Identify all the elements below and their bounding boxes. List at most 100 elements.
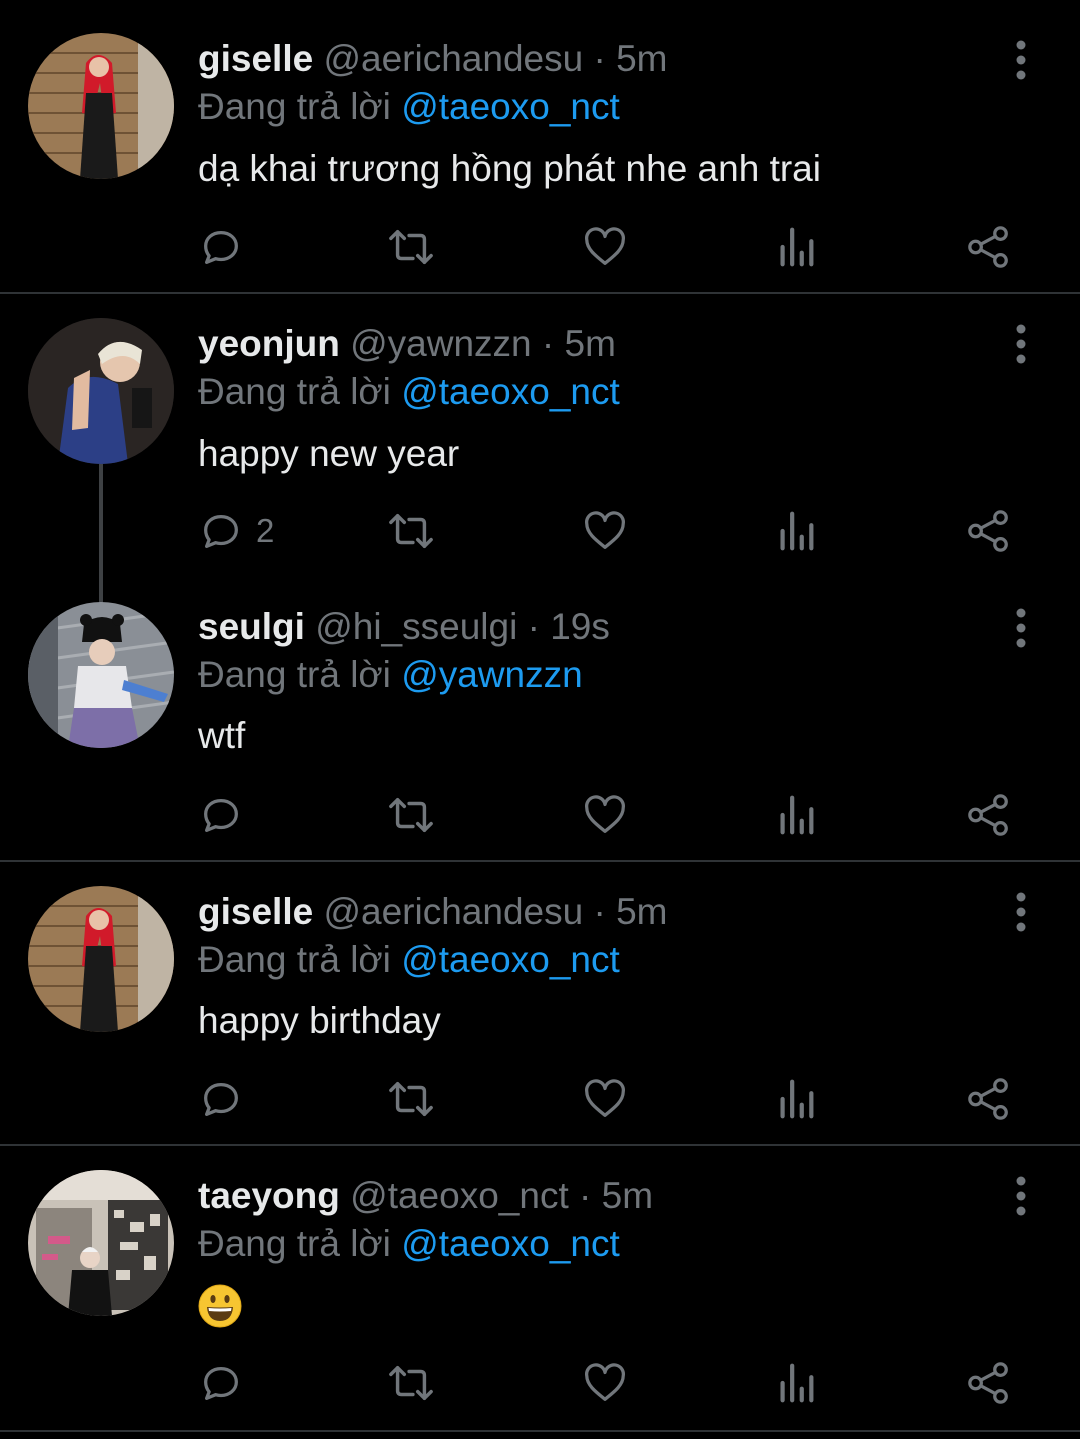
share-icon	[968, 510, 1008, 552]
tweet-5[interactable]: taeyong @taeoxo_nct · 5m Đang trả lời @t…	[0, 1146, 1080, 1428]
tweet-2[interactable]: yeonjun @yawnzzn · 5m Đang trả lời @taeo…	[0, 294, 1080, 604]
retweet-button[interactable]	[386, 222, 436, 272]
reply-mention-link[interactable]: @taeoxo_nct	[401, 939, 620, 980]
tweet-4[interactable]: giselle @aerichandesu · 5m Đang trả lời …	[0, 862, 1080, 1144]
share-button[interactable]	[966, 506, 1012, 556]
share-icon	[968, 1362, 1008, 1404]
separator-dot: ·	[579, 1175, 592, 1216]
views-button[interactable]	[776, 1074, 816, 1124]
like-button[interactable]	[582, 506, 628, 556]
timestamp[interactable]: 19s	[550, 606, 610, 647]
share-button[interactable]	[966, 1074, 1012, 1124]
views-button[interactable]	[776, 222, 816, 272]
user-handle[interactable]: @aerichandesu	[323, 891, 583, 932]
separator-dot: ·	[593, 38, 606, 79]
reply-mention-link[interactable]: @taeoxo_nct	[401, 86, 620, 127]
tweet-text: happy birthday	[198, 1000, 441, 1041]
reply-icon	[204, 1366, 238, 1400]
action-bar	[198, 790, 1028, 840]
views-chart-icon	[780, 511, 814, 551]
retweet-button[interactable]	[386, 1358, 436, 1408]
reply-mention-link[interactable]: @yawnzzn	[401, 654, 583, 695]
avatar-taeyong[interactable]	[28, 1170, 174, 1316]
reply-context: Đang trả lời @taeoxo_nct	[198, 370, 620, 414]
user-handle[interactable]: @aerichandesu	[323, 38, 583, 79]
more-options-icon[interactable]	[1004, 40, 1038, 80]
timestamp[interactable]: 5m	[616, 891, 667, 932]
timestamp[interactable]: 5m	[602, 1175, 653, 1216]
views-chart-icon	[780, 795, 814, 835]
tweet-header: yeonjun @yawnzzn · 5m	[198, 322, 616, 366]
reply-button[interactable]	[198, 1074, 256, 1124]
divider	[0, 1430, 1080, 1432]
more-options-icon[interactable]	[1004, 324, 1038, 364]
timestamp[interactable]: 5m	[616, 38, 667, 79]
like-button[interactable]	[582, 222, 628, 272]
reply-button[interactable]: 2	[198, 506, 274, 556]
more-options-icon[interactable]	[1004, 1176, 1038, 1216]
reply-prefix: Đang trả lời	[198, 939, 391, 980]
tweet-header: giselle @aerichandesu · 5m	[198, 37, 668, 81]
user-handle[interactable]: @hi_sseulgi	[315, 606, 517, 647]
display-name[interactable]: yeonjun	[198, 323, 340, 364]
display-name[interactable]: giselle	[198, 38, 313, 79]
tweet-text: happy new year	[198, 433, 460, 474]
reply-mention-link[interactable]: @taeoxo_nct	[401, 1223, 620, 1264]
retweet-button[interactable]	[386, 506, 436, 556]
tweet-header: taeyong @taeoxo_nct · 5m	[198, 1174, 653, 1218]
share-button[interactable]	[966, 222, 1012, 272]
timestamp[interactable]: 5m	[565, 323, 616, 364]
more-options-icon[interactable]	[1004, 892, 1038, 932]
views-chart-icon	[780, 227, 814, 267]
avatar-giselle[interactable]	[28, 33, 174, 179]
reply-mention-link[interactable]: @taeoxo_nct	[401, 371, 620, 412]
retweet-icon	[389, 1081, 433, 1117]
reply-prefix: Đang trả lời	[198, 86, 391, 127]
reply-prefix: Đang trả lời	[198, 371, 391, 412]
action-bar	[198, 1358, 1028, 1408]
share-button[interactable]	[966, 1358, 1012, 1408]
display-name[interactable]: giselle	[198, 891, 313, 932]
heart-icon	[585, 511, 625, 549]
retweet-icon	[389, 1365, 433, 1401]
heart-icon	[585, 1079, 625, 1117]
user-handle[interactable]: @taeoxo_nct	[350, 1175, 569, 1216]
share-icon	[968, 1078, 1008, 1120]
grinning-face-emoji	[198, 1284, 242, 1333]
retweet-icon	[389, 513, 433, 549]
separator-dot: ·	[541, 323, 555, 364]
action-bar: 2	[198, 506, 1028, 556]
like-button[interactable]	[582, 1074, 628, 1124]
heart-icon	[585, 1363, 625, 1401]
display-name[interactable]: taeyong	[198, 1175, 340, 1216]
separator-dot: ·	[593, 891, 606, 932]
like-button[interactable]	[582, 790, 628, 840]
reply-icon	[204, 514, 238, 548]
reply-button[interactable]	[198, 1358, 256, 1408]
action-bar	[198, 1074, 1028, 1124]
reply-prefix: Đang trả lời	[198, 1223, 391, 1264]
views-button[interactable]	[776, 1358, 816, 1408]
user-handle[interactable]: @yawnzzn	[350, 323, 532, 364]
reply-context: Đang trả lời @yawnzzn	[198, 653, 583, 697]
like-button[interactable]	[582, 1358, 628, 1408]
more-options-icon[interactable]	[1004, 608, 1038, 648]
reply-button[interactable]	[198, 222, 256, 272]
retweet-button[interactable]	[386, 790, 436, 840]
share-button[interactable]	[966, 790, 1012, 840]
tweet-header: giselle @aerichandesu · 5m	[198, 890, 668, 934]
avatar-yeonjun[interactable]	[28, 318, 174, 464]
avatar-giselle[interactable]	[28, 886, 174, 1032]
retweet-button[interactable]	[386, 1074, 436, 1124]
views-button[interactable]	[776, 506, 816, 556]
tweet-3[interactable]: seulgi @hi_sseulgi · 19s Đang trả lời @y…	[0, 578, 1080, 860]
reply-count: 2	[256, 512, 275, 549]
reply-button[interactable]	[198, 790, 256, 840]
tweet-1[interactable]: giselle @aerichandesu · 5m Đang trả lời …	[0, 0, 1080, 292]
display-name[interactable]: seulgi	[198, 606, 305, 647]
avatar-seulgi[interactable]	[28, 602, 174, 748]
heart-icon	[585, 795, 625, 833]
share-icon	[968, 226, 1008, 268]
views-button[interactable]	[776, 790, 816, 840]
views-chart-icon	[780, 1363, 814, 1403]
